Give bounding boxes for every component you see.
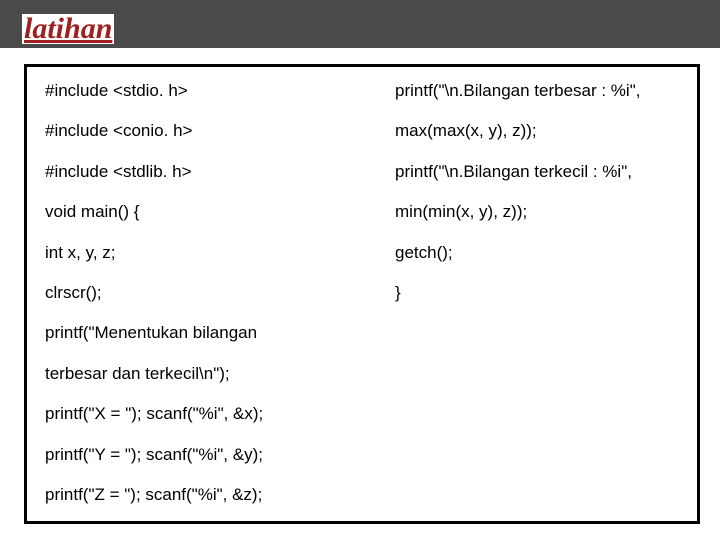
code-line: printf("X = "); scanf("%i", &x); (45, 404, 375, 424)
code-box: #include <stdio. h> #include <conio. h> … (24, 64, 700, 524)
code-line: terbesar dan terkecil\n"); (45, 364, 375, 384)
code-line: printf("Menentukan bilangan (45, 323, 375, 343)
code-line: #include <stdio. h> (45, 81, 375, 101)
code-line: min(min(x, y), z)); (395, 202, 679, 222)
code-line: } (395, 283, 679, 303)
code-line: getch(); (395, 243, 679, 263)
code-line: #include <conio. h> (45, 121, 375, 141)
code-line: void main() { (45, 202, 375, 222)
code-line: printf("\n.Bilangan terkecil : %i", (395, 162, 679, 182)
code-line: printf("Y = "); scanf("%i", &y); (45, 445, 375, 465)
code-line: clrscr(); (45, 283, 375, 303)
code-line: printf("\n.Bilangan terbesar : %i", (395, 81, 679, 101)
slide-title: latihan (22, 14, 114, 44)
code-line: #include <stdlib. h> (45, 162, 375, 182)
code-column-left: #include <stdio. h> #include <conio. h> … (45, 81, 375, 507)
code-line: int x, y, z; (45, 243, 375, 263)
code-line: printf("Z = "); scanf("%i", &z); (45, 485, 375, 505)
code-line: max(max(x, y), z)); (395, 121, 679, 141)
code-column-right: printf("\n.Bilangan terbesar : %i", max(… (395, 81, 679, 507)
